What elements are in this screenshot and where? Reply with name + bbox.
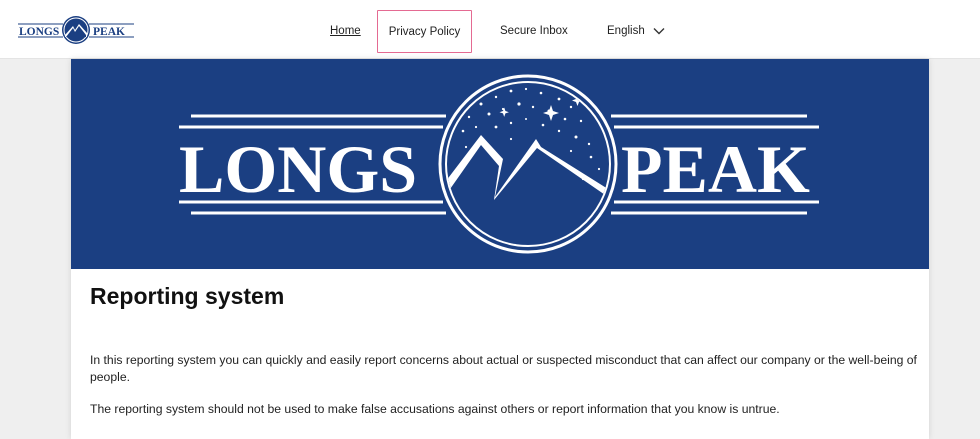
content-card: LONGS PEAK Reporting system In this repo… [71,59,929,439]
svg-text:LONGS: LONGS [179,131,417,207]
chevron-down-icon [653,28,665,35]
language-selector-label: English [607,25,645,37]
nav-privacy-policy-link[interactable]: Privacy Policy [377,10,472,53]
top-navigation-bar: LONGS PEAK Home Privacy Policy Secure In… [0,0,980,59]
intro-paragraph: In this reporting system you can quickly… [90,353,917,384]
longs-peak-logo-icon: LONGS PEAK [18,16,134,44]
disclaimer-paragraph: The reporting system should not be used … [90,402,780,416]
nav-home-link[interactable]: Home [330,10,361,52]
page-title: Reporting system [90,283,285,309]
nav-secure-inbox-link[interactable]: Secure Inbox [500,10,568,52]
brand-logo[interactable]: LONGS PEAK [18,13,134,47]
longs-peak-banner-logo: LONGS PEAK [179,73,819,255]
svg-text:PEAK: PEAK [621,131,810,207]
svg-text:PEAK: PEAK [93,26,125,38]
language-selector[interactable]: English [607,10,665,52]
svg-text:LONGS: LONGS [19,26,59,38]
hero-banner: LONGS PEAK [71,59,929,269]
